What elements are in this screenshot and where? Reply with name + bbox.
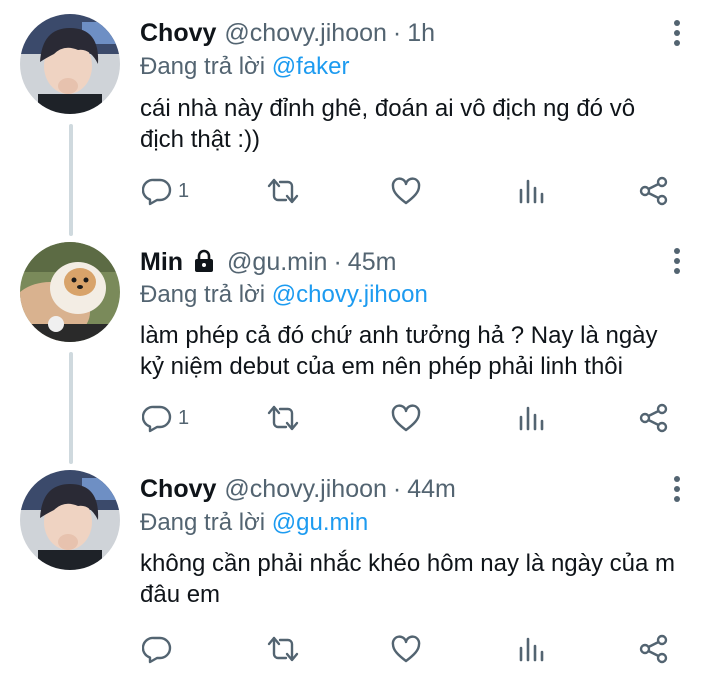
reply-count: 1: [178, 406, 190, 429]
display-name[interactable]: Chovy: [140, 18, 216, 48]
analytics-icon: [519, 179, 544, 204]
avatar[interactable]: [20, 14, 120, 114]
more-vertical-icon[interactable]: [670, 246, 684, 276]
mention-link[interactable]: @gu.min: [272, 509, 368, 536]
like-button[interactable]: [390, 398, 422, 438]
share-icon: [639, 176, 668, 206]
retweet-icon: [267, 636, 299, 662]
reply-icon: [142, 405, 172, 433]
replying-to: Đang trả lời @chovy.jihoon: [140, 280, 428, 310]
analytics-icon: [519, 637, 544, 662]
retweet-button[interactable]: [266, 629, 300, 669]
display-name[interactable]: Chovy: [140, 474, 216, 504]
retweet-icon: [267, 405, 299, 431]
action-bar: 1: [0, 398, 720, 438]
chovy-avatar: [20, 470, 120, 570]
analytics-icon: [519, 406, 544, 431]
chovy-avatar: [20, 14, 120, 114]
like-button[interactable]: [390, 171, 422, 211]
lock-icon: [193, 249, 215, 280]
retweet-button[interactable]: [266, 171, 300, 211]
reply-button[interactable]: 1: [142, 398, 189, 438]
more-vertical-icon[interactable]: [670, 474, 684, 504]
action-bar: 1: [0, 171, 720, 211]
heart-icon: [391, 404, 421, 432]
tweet-text: không cần phải nhắc khéo hôm nay là ngày…: [140, 550, 676, 608]
tweet-header: Chovy @chovy.jihoon · 44m: [140, 474, 456, 504]
timestamp[interactable]: 44m: [407, 474, 456, 504]
replying-to: Đang trả lời @gu.min: [140, 508, 368, 538]
tweet-text: cái nhà này đỉnh ghê, đoán ai vô địch ng…: [140, 95, 636, 153]
tweet[interactable]: Min @gu.min · 45m Đang trả lời @chovy.ji…: [0, 232, 720, 460]
avatar[interactable]: [20, 242, 120, 342]
retweet-button[interactable]: [266, 398, 300, 438]
mention-link[interactable]: @faker: [272, 53, 350, 80]
more-vertical-icon[interactable]: [670, 18, 684, 48]
heart-icon: [391, 177, 421, 205]
share-icon: [639, 403, 668, 433]
share-button[interactable]: [638, 171, 670, 211]
separator-dot: ·: [392, 19, 402, 47]
pomeranian-avatar: [20, 242, 120, 342]
like-button[interactable]: [390, 629, 422, 669]
views-button[interactable]: [517, 629, 545, 669]
heart-icon: [391, 635, 421, 663]
tweet-text: làm phép cả đó chứ anh tưởng hả ? Nay là…: [140, 322, 658, 380]
reply-icon: [142, 636, 172, 664]
reply-button[interactable]: 1: [142, 171, 189, 211]
replying-to-label: Đang trả lời: [140, 53, 266, 80]
share-button[interactable]: [638, 398, 670, 438]
retweet-icon: [267, 178, 299, 204]
reply-icon: [142, 178, 172, 206]
tweet[interactable]: Chovy @chovy.jihoon · 1h Đang trả lời @f…: [0, 0, 720, 232]
separator-dot: ·: [392, 475, 402, 503]
replying-to-label: Đang trả lời: [140, 281, 266, 308]
replying-to-label: Đang trả lời: [140, 509, 266, 536]
reply-button[interactable]: [142, 629, 178, 669]
separator-dot: ·: [333, 248, 342, 276]
mention-link[interactable]: @chovy.jihoon: [272, 281, 428, 308]
timestamp[interactable]: 45m: [348, 247, 397, 277]
tweet-header: Min @gu.min · 45m: [140, 246, 396, 277]
display-name[interactable]: Min: [140, 247, 183, 277]
avatar[interactable]: [20, 470, 120, 570]
timestamp[interactable]: 1h: [407, 18, 435, 48]
tweet-header: Chovy @chovy.jihoon · 1h: [140, 18, 435, 48]
action-bar: [0, 629, 720, 669]
user-handle[interactable]: @chovy.jihoon: [224, 18, 387, 48]
user-handle[interactable]: @gu.min: [227, 247, 327, 277]
reply-count: 1: [178, 179, 190, 202]
replying-to: Đang trả lời @faker: [140, 52, 350, 82]
share-button[interactable]: [638, 629, 670, 669]
views-button[interactable]: [517, 398, 545, 438]
share-icon: [639, 634, 668, 664]
user-handle[interactable]: @chovy.jihoon: [224, 474, 387, 504]
tweet[interactable]: Chovy @chovy.jihoon · 44m Đang trả lời @…: [0, 460, 720, 679]
views-button[interactable]: [517, 171, 545, 211]
